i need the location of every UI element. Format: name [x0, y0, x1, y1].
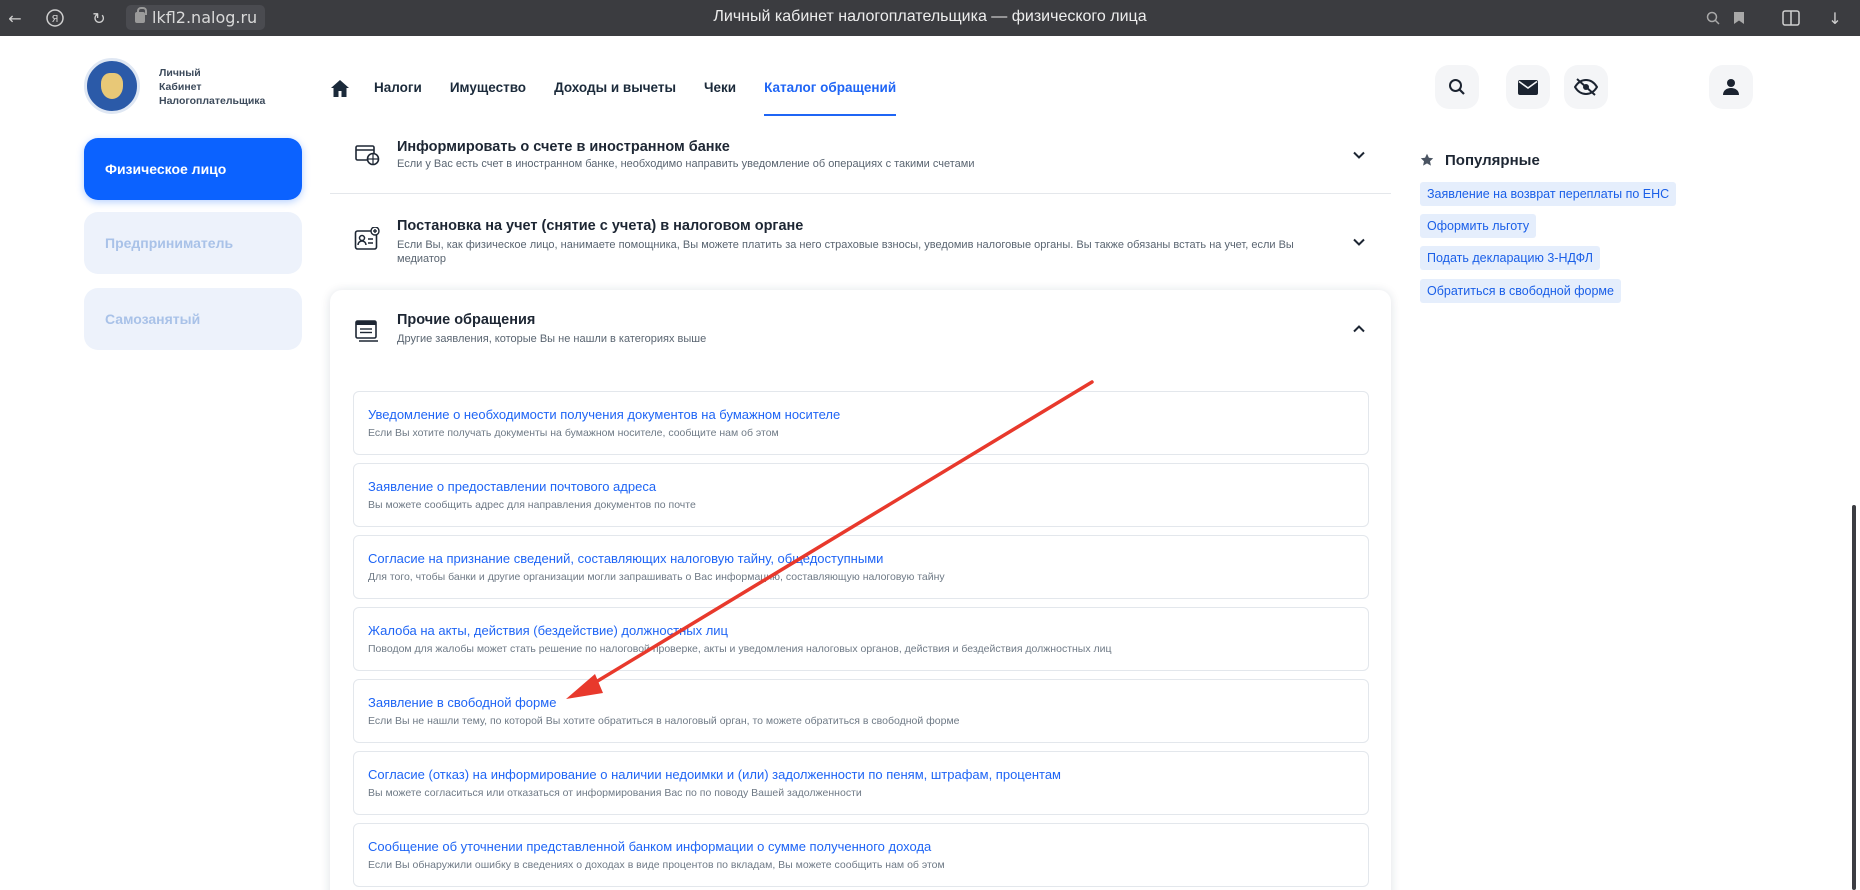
request-title[interactable]: Жалоба на акты, действия (бездействие) д… — [368, 623, 728, 638]
foreign-bank-icon — [355, 145, 380, 166]
logo-line-2: Кабинет — [159, 81, 202, 93]
request-description: Вы можете сообщить адрес для направления… — [368, 499, 696, 511]
request-card[interactable]: Сообщение об уточнении представленной ба… — [353, 823, 1369, 887]
svg-text:Я: Я — [52, 14, 59, 25]
browser-toolbar: ← Я ↻ lkfl2.nalog.ru Личный кабинет нало… — [0, 0, 1860, 36]
popular-link[interactable]: Подать декларацию 3-НДФЛ — [1420, 246, 1600, 270]
sidebar-item-self-employed[interactable]: Самозанятый — [84, 288, 302, 350]
request-description: Для того, чтобы банки и другие организац… — [368, 571, 945, 583]
nav-item-income-deductions[interactable]: Доходы и вычеты — [554, 78, 676, 116]
app-root: ← Я ↻ lkfl2.nalog.ru Личный кабинет нало… — [0, 0, 1860, 890]
request-title[interactable]: Заявление в свободной форме — [368, 695, 556, 710]
request-title[interactable]: Согласие (отказ) на информирование о нал… — [368, 767, 1061, 782]
address-bar[interactable]: lkfl2.nalog.ru — [126, 5, 266, 30]
request-card-free-form[interactable]: Заявление в свободной форме Если Вы не н… — [353, 679, 1369, 743]
reload-icon[interactable]: ↻ — [88, 7, 110, 29]
download-icon[interactable]: ↓ — [1824, 7, 1846, 29]
nav-item-taxes[interactable]: Налоги — [374, 78, 422, 116]
documents-icon — [355, 320, 378, 342]
reading-mode-icon[interactable] — [1780, 7, 1802, 29]
request-title[interactable]: Сообщение об уточнении представленной ба… — [368, 839, 931, 854]
request-card[interactable]: Жалоба на акты, действия (бездействие) д… — [353, 607, 1369, 671]
search-chat-icon[interactable] — [1702, 7, 1724, 29]
back-arrow-icon[interactable]: ← — [4, 7, 26, 29]
sidebar-item-individual[interactable]: Физическое лицо — [84, 138, 302, 200]
user-icon — [1723, 79, 1739, 95]
chevron-down-icon[interactable] — [1352, 235, 1366, 249]
request-description: Вы можете согласиться или отказаться от … — [368, 787, 862, 799]
request-card[interactable]: Согласие на признание сведений, составля… — [353, 535, 1369, 599]
request-title[interactable]: Согласие на признание сведений, составля… — [368, 551, 883, 566]
page-scrollbar[interactable] — [1852, 505, 1856, 890]
chevron-up-icon[interactable] — [1352, 322, 1366, 336]
section-other-requests[interactable]: Прочие обращения Другие заявления, котор… — [330, 300, 1391, 360]
popular-title: Популярные — [1445, 152, 1540, 169]
request-description: Если Вы не нашли тему, по которой Вы хот… — [368, 715, 960, 727]
request-card[interactable]: Уведомление о необходимости получения до… — [353, 391, 1369, 455]
logo-line-1: Личный — [159, 67, 201, 79]
fns-logo[interactable] — [84, 58, 140, 114]
bookmark-icon[interactable] — [1728, 7, 1750, 29]
section-description: Если Вы, как физическое лицо, нанимаете … — [397, 239, 1294, 265]
section-title: Постановка на учет (снятие с учета) в на… — [397, 218, 804, 234]
section-description: Другие заявления, которые Вы не нашли в … — [397, 333, 707, 345]
section-foreign-bank[interactable]: Информировать о счете в иностранном банк… — [330, 130, 1391, 192]
search-icon — [1449, 79, 1465, 95]
accessibility-button[interactable] — [1564, 65, 1608, 109]
main-nav: Налоги Имущество Доходы и вычеты Чеки Ка… — [330, 78, 924, 118]
request-card[interactable]: Заявление о предоставлении почтового адр… — [353, 463, 1369, 527]
envelope-icon — [1518, 79, 1538, 95]
request-title[interactable]: Заявление о предоставлении почтового адр… — [368, 479, 656, 494]
search-button[interactable] — [1435, 65, 1479, 109]
home-icon[interactable] — [330, 79, 352, 99]
request-title[interactable]: Уведомление о необходимости получения до… — [368, 407, 840, 422]
section-title: Прочие обращения — [397, 312, 536, 328]
sidebar-item-entrepreneur[interactable]: Предприниматель — [84, 212, 302, 274]
request-card[interactable]: Согласие (отказ) на информирование о нал… — [353, 751, 1369, 815]
nav-item-receipts[interactable]: Чеки — [704, 78, 736, 116]
nav-item-request-catalog[interactable]: Каталог обращений — [764, 78, 897, 116]
request-description: Если Вы обнаружили ошибку в сведениях о … — [368, 859, 945, 871]
registration-card-icon — [354, 227, 380, 250]
profile-button[interactable] — [1709, 65, 1753, 109]
section-title: Информировать о счете в иностранном банк… — [397, 139, 730, 155]
eye-crossed-icon — [1574, 78, 1598, 96]
section-divider — [330, 193, 1391, 194]
messages-button[interactable] — [1506, 65, 1550, 109]
section-description: Если у Вас есть счет в иностранном банке… — [397, 158, 975, 170]
request-description: Поводом для жалобы может стать решение п… — [368, 643, 1112, 655]
star-icon — [1420, 153, 1434, 166]
url-text: lkfl2.nalog.ru — [152, 8, 258, 27]
logo-caption: Личный Кабинет Налогоплательщика — [159, 66, 265, 108]
lock-icon — [135, 7, 147, 23]
chevron-down-icon[interactable] — [1352, 148, 1366, 162]
nav-item-property[interactable]: Имущество — [450, 78, 526, 116]
request-description: Если Вы хотите получать документы на бум… — [368, 427, 779, 439]
popular-link[interactable]: Обратиться в свободной форме — [1420, 279, 1621, 303]
popular-link[interactable]: Заявление на возврат переплаты по ЕНС — [1420, 182, 1677, 206]
popular-link[interactable]: Оформить льготу — [1420, 214, 1537, 238]
section-registration[interactable]: Постановка на учет (снятие с учета) в на… — [330, 210, 1391, 280]
window-title: Личный кабинет налогоплательщика — физич… — [713, 8, 1147, 25]
logo-line-3: Налогоплательщика — [159, 95, 266, 107]
yandex-icon[interactable]: Я — [44, 7, 66, 29]
